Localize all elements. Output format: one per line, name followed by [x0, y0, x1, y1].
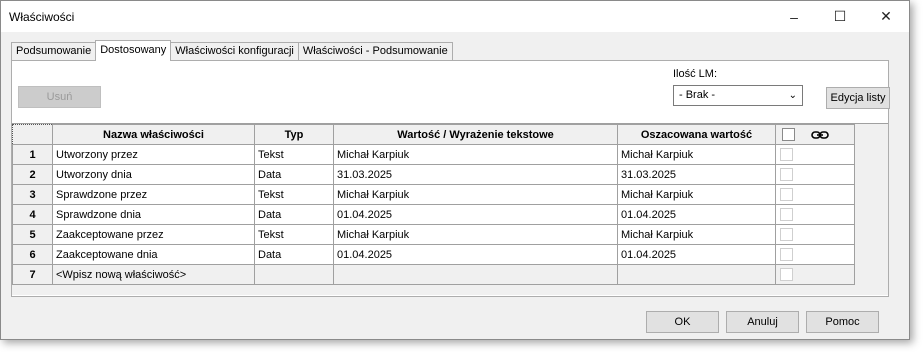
property-type-cell[interactable]: Data	[254, 164, 334, 185]
tab-custom[interactable]: Dostosowany	[95, 40, 172, 61]
property-evaluated-cell: Michał Karpiuk	[617, 184, 776, 205]
property-evaluated-cell: Michał Karpiuk	[617, 144, 776, 165]
row-number[interactable]: 3	[12, 184, 53, 205]
title-bar: Właściwości – ☐ ✕	[1, 1, 909, 32]
select-all-corner[interactable]	[12, 124, 53, 145]
tab-strip: Podsumowanie Dostosowany Właściwości kon…	[11, 40, 453, 61]
help-button[interactable]: Pomoc	[806, 311, 879, 333]
link-checkbox[interactable]	[780, 268, 793, 281]
row-number[interactable]: 2	[12, 164, 53, 185]
table-header-row: Nazwa właściwości Typ Wartość / Wyrażeni…	[12, 124, 855, 145]
link-checkbox-cell	[775, 164, 855, 185]
property-name-cell[interactable]: Utworzony dnia	[52, 164, 255, 185]
new-property-row[interactable]: 7 <Wpisz nową właściwość>	[12, 264, 855, 285]
link-checkbox-cell	[775, 184, 855, 205]
property-value-cell[interactable]: 01.04.2025	[333, 204, 618, 225]
property-type-cell[interactable]: Tekst	[254, 184, 334, 205]
select-all-checkbox[interactable]	[782, 128, 795, 141]
edit-list-button[interactable]: Edycja listy	[826, 87, 890, 109]
property-evaluated-cell: 01.04.2025	[617, 244, 776, 265]
properties-grid: Nazwa właściwości Typ Wartość / Wyrażeni…	[12, 123, 888, 295]
property-value-cell[interactable]: 01.04.2025	[333, 244, 618, 265]
ok-button[interactable]: OK	[646, 311, 719, 333]
column-header-type[interactable]: Typ	[254, 124, 334, 145]
column-header-name[interactable]: Nazwa właściwości	[52, 124, 255, 145]
table-row[interactable]: 4 Sprawdzone dnia Data 01.04.2025 01.04.…	[12, 204, 855, 225]
property-type-cell[interactable]: Tekst	[254, 224, 334, 245]
row-number[interactable]: 4	[12, 204, 53, 225]
properties-table: Nazwa właściwości Typ Wartość / Wyrażeni…	[12, 124, 855, 285]
property-evaluated-cell: 01.04.2025	[617, 204, 776, 225]
property-value-cell[interactable]: Michał Karpiuk	[333, 184, 618, 205]
table-row[interactable]: 1 Utworzony przez Tekst Michał Karpiuk M…	[12, 144, 855, 165]
close-icon[interactable]: ✕	[863, 1, 909, 32]
link-checkbox-cell	[775, 264, 855, 285]
property-type-cell[interactable]: Data	[254, 204, 334, 225]
property-evaluated-cell	[617, 264, 776, 285]
table-row[interactable]: 5 Zaakceptowane przez Tekst Michał Karpi…	[12, 224, 855, 245]
row-number[interactable]: 7	[12, 264, 53, 285]
custom-tab-panel: Usuń Ilość LM: - Brak - ⌄ Edycja listy N…	[11, 60, 890, 297]
table-row[interactable]: 2 Utworzony dnia Data 31.03.2025 31.03.2…	[12, 164, 855, 185]
cancel-button[interactable]: Anuluj	[726, 311, 799, 333]
column-header-evaluated[interactable]: Oszacowana wartość	[617, 124, 776, 145]
property-name-cell[interactable]: Utworzony przez	[52, 144, 255, 165]
window-title: Właściwości	[9, 10, 75, 24]
row-number[interactable]: 6	[12, 244, 53, 265]
link-checkbox[interactable]	[780, 248, 793, 261]
tab-configuration-properties[interactable]: Właściwości konfiguracji	[170, 42, 299, 61]
properties-dialog: Właściwości – ☐ ✕ Podsumowanie Dostosowa…	[0, 0, 910, 340]
property-value-cell[interactable]: Michał Karpiuk	[333, 224, 618, 245]
link-checkbox[interactable]	[780, 148, 793, 161]
link-checkbox-cell	[775, 204, 855, 225]
link-checkbox-cell	[775, 224, 855, 245]
lm-quantity-select[interactable]: - Brak - ⌄	[673, 85, 803, 106]
link-checkbox[interactable]	[780, 188, 793, 201]
delete-button[interactable]: Usuń	[18, 86, 101, 108]
table-row[interactable]: 6 Zaakceptowane dnia Data 01.04.2025 01.…	[12, 244, 855, 265]
link-checkbox[interactable]	[780, 168, 793, 181]
link-checkbox-cell	[775, 144, 855, 165]
property-evaluated-cell: Michał Karpiuk	[617, 224, 776, 245]
property-name-cell[interactable]: Zaakceptowane przez	[52, 224, 255, 245]
row-number[interactable]: 5	[12, 224, 53, 245]
lm-quantity-label: Ilość LM:	[673, 68, 718, 80]
minimize-icon[interactable]: –	[771, 1, 817, 32]
property-type-cell[interactable]	[254, 264, 334, 285]
lm-quantity-value: - Brak -	[679, 89, 716, 101]
maximize-icon[interactable]: ☐	[817, 1, 863, 32]
column-header-link	[775, 124, 855, 145]
property-name-cell[interactable]: Zaakceptowane dnia	[52, 244, 255, 265]
column-header-value[interactable]: Wartość / Wyrażenie tekstowe	[333, 124, 618, 145]
property-evaluated-cell: 31.03.2025	[617, 164, 776, 185]
property-name-cell[interactable]: Sprawdzone dnia	[52, 204, 255, 225]
property-type-cell[interactable]: Data	[254, 244, 334, 265]
property-value-cell[interactable]: Michał Karpiuk	[333, 144, 618, 165]
tab-summary[interactable]: Podsumowanie	[11, 42, 97, 61]
link-checkbox[interactable]	[780, 228, 793, 241]
link-checkbox[interactable]	[780, 208, 793, 221]
link-checkbox-cell	[775, 244, 855, 265]
table-row[interactable]: 3 Sprawdzone przez Tekst Michał Karpiuk …	[12, 184, 855, 205]
property-type-cell[interactable]: Tekst	[254, 144, 334, 165]
chevron-down-icon: ⌄	[788, 90, 797, 101]
row-number[interactable]: 1	[12, 144, 53, 165]
property-value-cell[interactable]	[333, 264, 618, 285]
tab-properties-summary[interactable]: Właściwości - Podsumowanie	[297, 42, 453, 61]
link-icon[interactable]	[811, 129, 829, 141]
property-name-cell[interactable]: Sprawdzone przez	[52, 184, 255, 205]
new-property-name-cell[interactable]: <Wpisz nową właściwość>	[52, 264, 255, 285]
property-value-cell[interactable]: 31.03.2025	[333, 164, 618, 185]
